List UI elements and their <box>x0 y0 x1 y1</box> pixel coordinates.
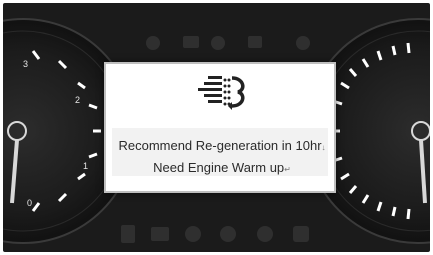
regeneration-warning-popup: Recommend Re-generation in 10hr↓ Need En… <box>104 62 336 193</box>
message-line-1: Recommend Re-generation in 10hr↓ <box>106 138 338 153</box>
left-gauge-label-0: 0 <box>27 198 32 208</box>
top-warning-icons <box>146 36 310 50</box>
left-gauge-label-1: 1 <box>83 161 88 171</box>
message-line-2: Need Engine Warm up↵ <box>106 160 338 175</box>
line-break-marker: ↓ <box>321 143 326 152</box>
left-gauge-label-2: 2 <box>75 95 80 105</box>
regeneration-message: Recommend Re-generation in 10hr <box>118 138 322 153</box>
left-gauge-label-3: 3 <box>23 59 28 69</box>
warmup-message: Need Engine Warm up <box>153 160 285 175</box>
dpf-regeneration-icon <box>198 76 245 110</box>
bottom-indicator-icons <box>121 225 309 243</box>
paragraph-marker: ↵ <box>284 165 291 174</box>
